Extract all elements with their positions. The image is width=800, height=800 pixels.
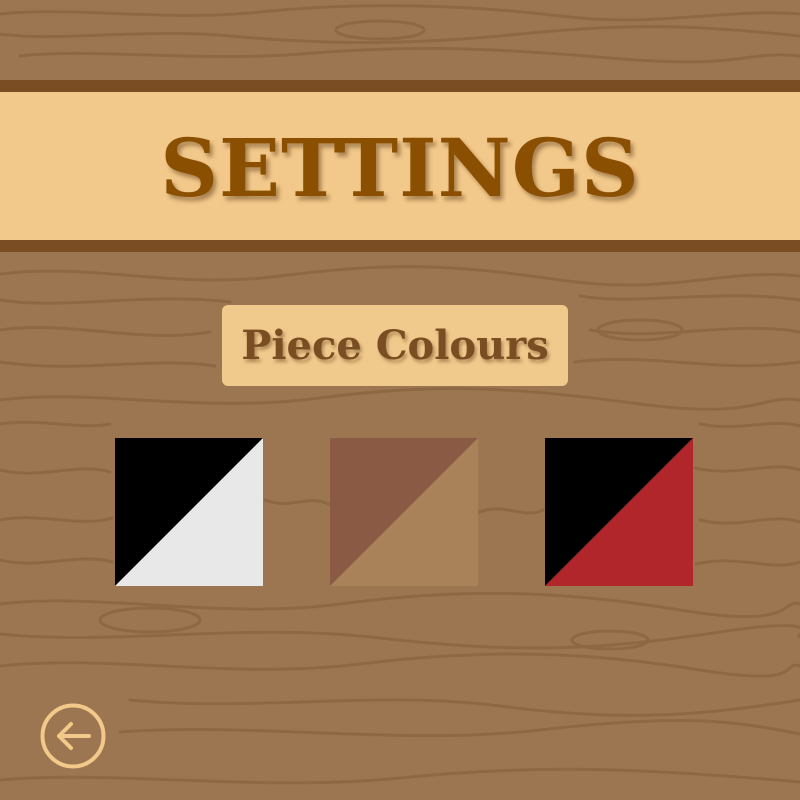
swatch-brown-tan [330,438,478,586]
piece-colour-option-brown-tan[interactable] [330,438,478,586]
swatch-black-red [545,438,693,586]
settings-banner: SETTINGS [0,80,800,252]
piece-colours-label-text: Piece Colours [241,321,549,369]
arrow-left-circle-icon [40,703,106,769]
piece-colour-option-black-red[interactable] [545,438,693,586]
piece-colour-option-black-white[interactable] [115,438,263,586]
settings-banner-panel: SETTINGS [0,92,800,240]
swatch-black-white [115,438,263,586]
piece-colours-label: Piece Colours [222,305,568,386]
page-title: SETTINGS [160,121,640,215]
back-button[interactable] [40,703,106,769]
